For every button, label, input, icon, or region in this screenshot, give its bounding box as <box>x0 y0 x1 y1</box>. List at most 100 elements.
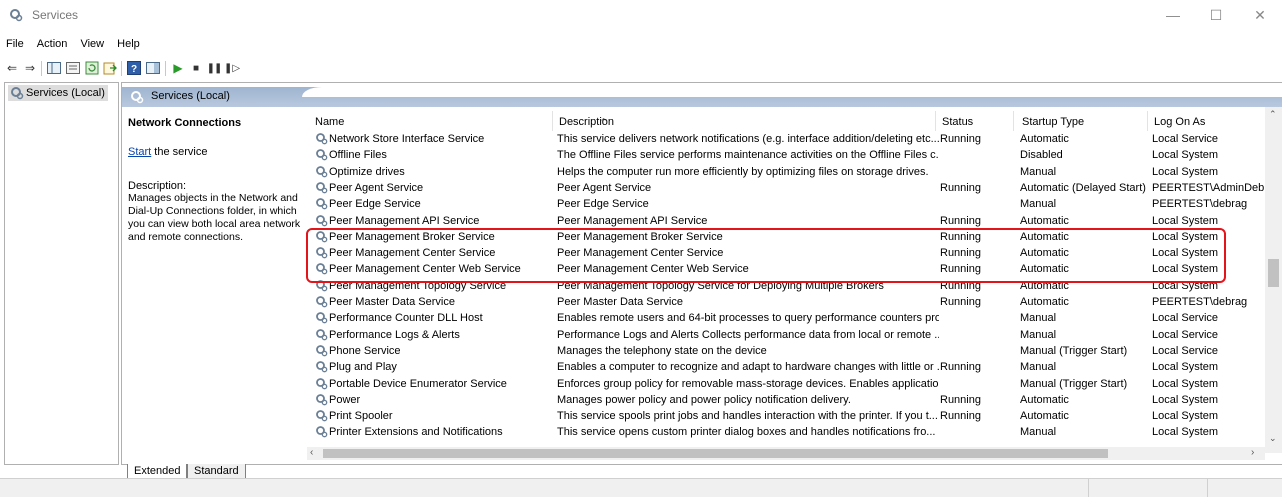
cell-status: Running <box>940 296 981 308</box>
status-bar <box>0 478 1282 497</box>
cell-status: Running <box>940 393 981 406</box>
vertical-scroll-thumb[interactable] <box>1268 259 1279 287</box>
console-tree-icon[interactable] <box>46 60 62 76</box>
column-header-description[interactable]: Description <box>559 116 614 128</box>
service-gear-icon <box>316 312 328 324</box>
toolbar-separator <box>121 61 122 76</box>
cell-startup-type: Manual <box>1020 328 1057 341</box>
restart-service-icon[interactable]: ❚▷ <box>224 60 240 76</box>
table-row[interactable]: Network Store Interface Service This serv… <box>307 131 1275 147</box>
cell-log-on-as: Local System <box>1152 410 1219 423</box>
service-gear-icon <box>316 149 328 161</box>
menu-action[interactable]: Action <box>37 38 68 50</box>
minimize-icon[interactable]: — <box>1153 4 1193 26</box>
menu-view[interactable]: View <box>80 38 104 50</box>
start-service-suffix: the service <box>151 146 208 158</box>
cell-log-on-as: PEERTEST\debrag <box>1152 296 1248 308</box>
cell-description: This service spools print jobs and handl… <box>557 410 938 423</box>
table-row[interactable]: Performance Logs & Alerts Performance Log… <box>307 327 1275 343</box>
cell-startup-type: Automatic <box>1020 133 1069 145</box>
cell-name: Print Spooler <box>329 410 393 423</box>
cell-description: Manages power policy and power policy no… <box>557 393 851 406</box>
svg-text:?: ? <box>131 64 137 75</box>
description-text: Manages objects in the Network and Dial-… <box>128 192 301 243</box>
cell-startup-type: Automatic <box>1020 296 1069 308</box>
scroll-down-icon[interactable]: ⌄ <box>1269 433 1277 444</box>
horizontal-scroll-thumb[interactable] <box>323 449 1108 458</box>
pane-header-title: Services (Local) <box>151 90 230 102</box>
column-header-name[interactable]: Name <box>315 116 344 128</box>
cell-log-on-as: Local System <box>1152 393 1219 406</box>
start-service-link[interactable]: Start <box>128 146 151 158</box>
column-divider[interactable] <box>1013 111 1014 131</box>
service-gear-icon <box>316 377 328 389</box>
services-icon <box>11 87 24 100</box>
menu-bar: File Action View Help <box>0 38 144 56</box>
column-header-status[interactable]: Status <box>942 116 973 128</box>
table-row[interactable]: Offline Files The Offline Files service p… <box>307 147 1275 163</box>
table-row[interactable]: Printer Extensions and Notifications This… <box>307 424 1275 440</box>
maximize-icon[interactable]: ☐ <box>1196 4 1236 26</box>
table-row[interactable]: Peer Agent Service Peer Agent Service Runn… <box>307 180 1275 196</box>
horizontal-scrollbar[interactable]: ‹ › <box>307 447 1265 460</box>
cell-name: Power <box>329 393 361 406</box>
table-row[interactable]: Plug and Play Enables a computer to recog… <box>307 359 1275 375</box>
show-hide-icon[interactable] <box>145 60 161 76</box>
scroll-up-icon[interactable]: ⌃ <box>1269 109 1277 120</box>
service-gear-icon <box>316 393 328 406</box>
table-row[interactable]: Phone Service Manages the telephony state… <box>307 343 1275 359</box>
cell-name: Performance Logs & Alerts <box>329 328 460 341</box>
refresh-icon[interactable] <box>84 60 100 76</box>
table-row[interactable]: Power Manages power policy and power poli… <box>307 392 1275 408</box>
table-row[interactable]: Peer Master Data Service Peer Master Data… <box>307 294 1275 310</box>
export-list-icon[interactable] <box>102 60 118 76</box>
table-row[interactable]: Portable Device Enumerator Service Enforc… <box>307 376 1275 392</box>
column-divider[interactable] <box>552 111 553 131</box>
cell-description: Enables a computer to recognize and adap… <box>557 361 939 374</box>
cell-description: The Offline Files service performs maint… <box>557 149 939 162</box>
column-divider[interactable] <box>1147 111 1148 131</box>
cell-description: Performance Logs and Alerts Collects per… <box>557 328 939 341</box>
cell-startup-type: Automatic <box>1020 410 1069 423</box>
header-curve <box>302 87 1282 97</box>
cell-description: Enables remote users and 64-bit processe… <box>557 312 939 325</box>
cell-status: Running <box>940 410 981 423</box>
vertical-scrollbar[interactable]: ⌃ ⌄ <box>1265 107 1282 453</box>
cell-startup-type: Manual <box>1020 165 1057 178</box>
cell-startup-type: Manual (Trigger Start) <box>1020 377 1128 390</box>
column-header-log-on-as[interactable]: Log On As <box>1154 116 1205 128</box>
table-row[interactable]: Performance Counter DLL Host Enables remo… <box>307 310 1275 326</box>
cell-startup-type: Manual <box>1020 312 1057 325</box>
scroll-right-icon[interactable]: › <box>1251 447 1254 458</box>
table-row[interactable]: Optimize drives Helps the computer run mo… <box>307 164 1275 180</box>
cell-description: Peer Edge Service <box>557 198 649 211</box>
scroll-left-icon[interactable]: ‹ <box>310 447 313 458</box>
service-gear-icon <box>316 198 328 210</box>
start-service-icon[interactable]: ▶ <box>170 60 186 76</box>
tree-node-services-local[interactable]: Services (Local) <box>8 85 108 101</box>
table-row[interactable]: Peer Management API Service Peer Manageme… <box>307 213 1275 229</box>
cell-description: Peer Agent Service <box>557 181 652 194</box>
menu-file[interactable]: File <box>6 38 24 50</box>
table-row[interactable]: Peer Edge Service Peer Edge Service Manual… <box>307 196 1275 212</box>
toolbar-separator <box>165 61 166 76</box>
stop-service-icon[interactable]: ■ <box>188 60 204 76</box>
column-divider[interactable] <box>935 111 936 131</box>
help-icon[interactable]: ? <box>126 60 142 76</box>
forward-arrow-icon[interactable]: ⇒ <box>22 60 38 76</box>
start-service-line: Start the service <box>128 146 303 158</box>
menu-help[interactable]: Help <box>117 38 140 50</box>
service-gear-icon <box>316 133 328 145</box>
properties-icon[interactable] <box>65 60 81 76</box>
cell-name: Plug and Play <box>329 361 397 374</box>
table-row[interactable]: Print Spooler This service spools print j… <box>307 408 1275 424</box>
column-header-startup-type[interactable]: Startup Type <box>1022 116 1084 128</box>
back-arrow-icon[interactable]: ⇐ <box>4 60 20 76</box>
services-icon <box>131 91 144 104</box>
window-title: Services <box>32 8 79 22</box>
cell-startup-type: Automatic <box>1020 393 1069 406</box>
toolbar: ⇐ ⇒ ? ▶ ■ ❚❚ ❚▷ <box>0 57 1282 81</box>
cell-log-on-as: Local System <box>1152 426 1219 439</box>
pause-service-icon[interactable]: ❚❚ <box>206 60 223 76</box>
close-icon[interactable]: ✕ <box>1240 4 1280 26</box>
